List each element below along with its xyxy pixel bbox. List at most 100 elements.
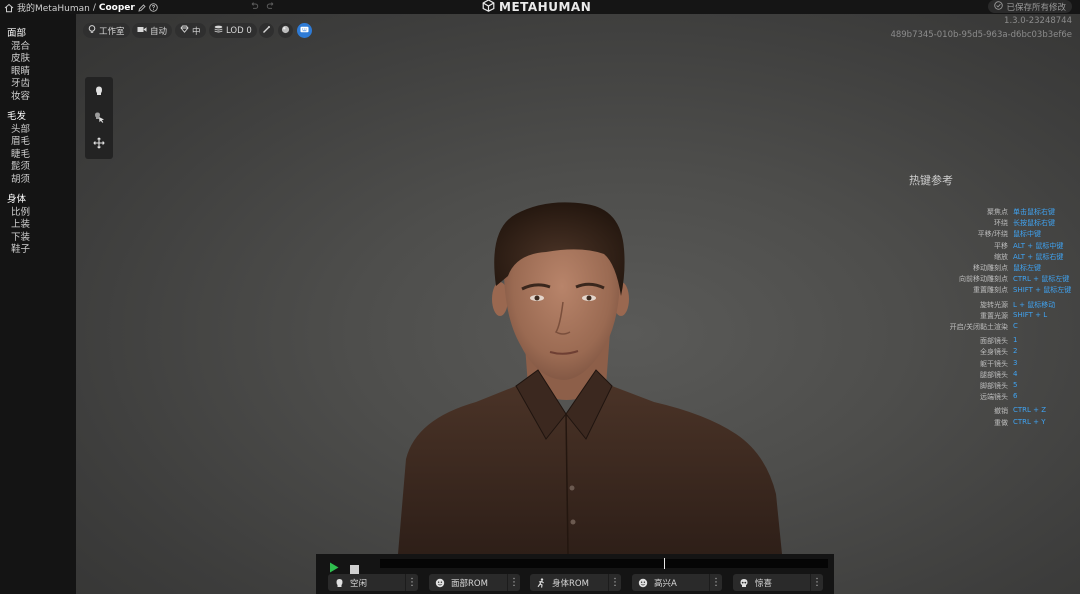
breadcrumb: 我的MetaHuman / Cooper [4, 1, 158, 14]
more-options-icon[interactable]: ⋮ [810, 574, 823, 591]
hotkey-label: 撤销 [994, 407, 1008, 416]
edit-icon[interactable] [138, 3, 146, 12]
auto-label: 自动 [150, 26, 168, 37]
sidebar-item-teeth[interactable]: 牙齿 [0, 78, 76, 91]
hotkey-value: 2 [1013, 347, 1018, 356]
sidebar-item-mustache[interactable]: 髭须 [0, 161, 76, 174]
sidebar-group-hair[interactable]: 毛发 [0, 111, 76, 124]
animation-slot-happy-a[interactable]: 高兴A ⋮ [632, 574, 722, 591]
hotkey-label: 面部镜头 [980, 337, 1008, 346]
animation-label: 惊喜 [755, 578, 773, 589]
stack-icon [214, 25, 223, 36]
hotkey-label: 平移 [994, 241, 1008, 250]
animation-slot-face-rom[interactable]: 面部ROM ⋮ [429, 574, 520, 591]
hotkey-value: 6 [1013, 392, 1018, 401]
sidebar-item-eyes[interactable]: 眼睛 [0, 66, 76, 79]
animation-slot-surprise[interactable]: 惊喜 ⋮ [733, 574, 823, 591]
hotkey-value: CTRL + Z [1013, 406, 1047, 415]
sphere-icon [281, 25, 290, 37]
sidebar-item-shoes[interactable]: 鞋子 [0, 244, 76, 257]
more-options-icon[interactable]: ⋮ [507, 574, 520, 591]
hotkey-value: ALT + 鼠标右键 [1013, 252, 1064, 261]
breadcrumb-current: Cooper [98, 2, 135, 13]
hotkey-value: 5 [1013, 381, 1018, 389]
camera-auto-button[interactable]: 自动 [132, 23, 173, 38]
animation-label: 身体ROM [552, 578, 589, 589]
sidebar-item-bottoms[interactable]: 下装 [0, 232, 76, 245]
hotkey-label: 腿部镜头 [980, 370, 1008, 379]
hotkey-value: SHIFT + L [1013, 310, 1048, 319]
metahuman-cube-icon [482, 0, 495, 15]
head-select-tool-icon[interactable] [92, 84, 106, 98]
animation-label: 空闲 [350, 578, 368, 589]
keyboard-icon [300, 26, 309, 36]
check-circle-icon [994, 0, 1004, 13]
sidebar-item-beard[interactable]: 胡须 [0, 174, 76, 187]
more-options-icon[interactable]: ⋮ [608, 574, 621, 591]
hotkey-label: 旋转光源 [980, 300, 1008, 309]
timeline-playhead[interactable] [664, 558, 666, 569]
sidebar-item-proportions[interactable]: 比例 [0, 207, 76, 220]
sidebar-item-skin[interactable]: 皮肤 [0, 53, 76, 66]
face-icon [636, 576, 650, 590]
running-figure-icon [534, 576, 548, 590]
lod-button[interactable]: LOD 0 [209, 23, 257, 38]
character-render [398, 202, 782, 555]
sidebar-item-eyebrows[interactable]: 眉毛 [0, 136, 76, 149]
more-options-icon[interactable]: ⋮ [405, 574, 418, 591]
sidebar-item-blend[interactable]: 混合 [0, 41, 76, 54]
skull-icon [737, 576, 751, 590]
animation-slot-body-rom[interactable]: 身体ROM ⋮ [530, 574, 621, 591]
hotkey-label: 远端镜头 [980, 393, 1008, 402]
studio-label: 工作室 [99, 26, 125, 37]
move-tool-icon[interactable] [92, 136, 106, 150]
sidebar-group-body[interactable]: 身体 [0, 194, 76, 207]
timeline-track[interactable] [380, 559, 828, 568]
sidebar-group-face[interactable]: 面部 [0, 28, 76, 41]
sculpt-move-tool-icon[interactable] [92, 110, 106, 124]
hotkey-label: 重做 [994, 418, 1008, 427]
hotkey-value: 4 [1013, 369, 1018, 378]
redo-icon[interactable] [266, 1, 276, 14]
build-id-text: 489b7345-010b-95d5-963a-d6bc03b3ef6e [890, 30, 1072, 40]
lod-label: LOD 0 [226, 25, 252, 36]
hotkey-value: CTRL + Y [1013, 417, 1046, 426]
hotkey-label: 开启/关闭黏土渲染 [949, 323, 1008, 331]
lightbulb-icon [88, 24, 96, 37]
animation-label: 面部ROM [451, 578, 488, 589]
magic-wand-icon [262, 25, 271, 37]
hotkey-label: 重置光源 [980, 311, 1008, 320]
animation-slot-idle[interactable]: 空闲 ⋮ [328, 574, 418, 591]
tools-toggle-button[interactable] [259, 23, 274, 38]
3d-viewport[interactable]: 工作室 自动 中 LOD 0 1.3.0-23248744 489b7345-0… [76, 14, 1080, 594]
sidebar-item-head-hair[interactable]: 头部 [0, 124, 76, 137]
hotkey-value: 3 [1013, 358, 1018, 367]
sidebar-item-tops[interactable]: 上装 [0, 219, 76, 232]
version-text: 1.3.0-23248744 [1004, 16, 1072, 26]
hotkey-reference-button[interactable] [297, 23, 312, 38]
home-icon[interactable] [4, 3, 14, 13]
hotkey-label: 向前移动雕刻点 [959, 275, 1008, 284]
sidebar-item-makeup[interactable]: 妆容 [0, 91, 76, 104]
quality-button[interactable]: 中 [175, 23, 206, 38]
help-icon[interactable] [149, 3, 158, 12]
hotkey-label: 环绕 [994, 219, 1008, 228]
metahuman-logo: METAHUMAN [482, 0, 591, 14]
undo-icon[interactable] [249, 1, 259, 14]
head-icon [332, 576, 346, 590]
diamond-icon [180, 25, 189, 36]
save-status-badge: 已保存所有修改 [988, 0, 1072, 13]
hotkey-label: 脚部镜头 [980, 382, 1008, 390]
hotkey-value: CTRL + 鼠标左键 [1013, 275, 1070, 284]
clay-render-button[interactable] [278, 23, 293, 38]
hotkey-label: 聚焦点 [987, 208, 1008, 216]
more-options-icon[interactable]: ⋮ [709, 574, 722, 591]
studio-lighting-button[interactable]: 工作室 [83, 23, 130, 38]
sidebar: 面部 混合 皮肤 眼睛 牙齿 妆容 毛发 头部 眉毛 睫毛 髭须 胡须 身体 比… [0, 14, 76, 594]
hotkey-value: ALT + 鼠标中键 [1013, 241, 1064, 250]
sidebar-item-eyelashes[interactable]: 睫毛 [0, 149, 76, 162]
hotkey-value: 鼠标中键 [1013, 230, 1041, 239]
breadcrumb-root[interactable]: 我的MetaHuman [17, 1, 90, 14]
hotkey-label: 重置雕刻点 [973, 286, 1008, 295]
hotkey-value: 1 [1013, 336, 1018, 345]
